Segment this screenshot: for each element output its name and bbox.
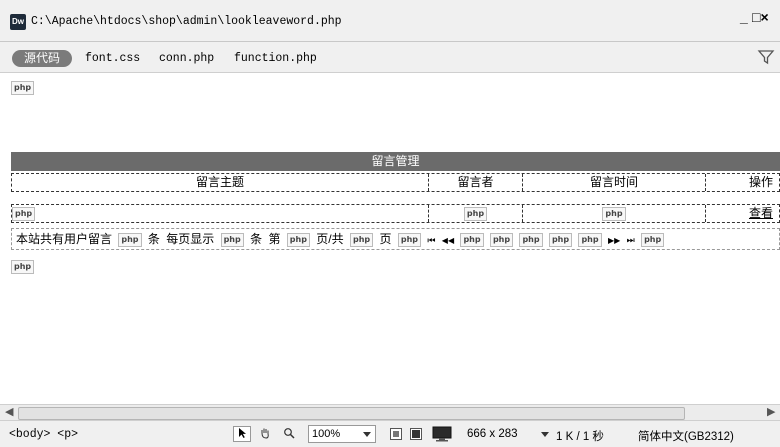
document-path: C:\Apache\htdocs\shop\admin\lookleavewor… — [31, 15, 342, 28]
scroll-left-icon[interactable]: ◀ — [5, 405, 13, 418]
page-mid-label: 页/共 — [316, 232, 344, 246]
select-tool-icon[interactable] — [233, 426, 251, 442]
next-page-icon[interactable]: ▶▶ — [608, 236, 620, 245]
standard-view-icon[interactable] — [390, 428, 402, 440]
php-code-marker-icon[interactable]: php — [578, 232, 602, 247]
tag-selector[interactable]: <body> <p> — [9, 428, 78, 441]
hand-tool-icon[interactable] — [256, 426, 274, 442]
window-size: 666 x 283 — [467, 428, 518, 440]
last-page-icon[interactable]: ⏭ — [627, 235, 635, 245]
table-title: 留言管理 — [11, 152, 780, 171]
source-code-button[interactable]: 源代码 — [12, 50, 72, 67]
chevron-down-icon[interactable] — [363, 432, 371, 437]
php-code-marker-icon[interactable]: php — [286, 232, 310, 247]
php-code-marker-icon[interactable]: php — [548, 232, 573, 247]
zoom-select[interactable]: 100% — [308, 425, 376, 443]
dreamweaver-logo-icon: Dw — [10, 14, 26, 30]
php-code-marker-icon[interactable]: php — [118, 232, 142, 247]
related-file-conn-php[interactable]: conn.php — [159, 52, 214, 65]
php-code-marker-icon[interactable]: php — [349, 232, 374, 247]
unit-label: 条 — [250, 232, 263, 246]
unit-label: 条 — [147, 232, 160, 246]
total-label: 本站共有用户留言 — [16, 232, 113, 246]
table-row: php php php 查看 — [11, 204, 780, 223]
design-view[interactable]: php 留言管理 留言主题 留言者 留言时间 操作 php php php 查看… — [0, 73, 780, 404]
scroll-right-icon[interactable]: ▶ — [767, 405, 775, 418]
minimize-button[interactable]: _ — [740, 9, 748, 25]
monitor-icon[interactable] — [432, 426, 452, 442]
encoding: 简体中文(GB2312) — [638, 431, 734, 443]
window-size-dropdown-icon[interactable] — [541, 432, 549, 437]
php-code-marker-icon[interactable]: php — [460, 232, 484, 247]
filter-icon[interactable] — [757, 48, 775, 66]
column-header: 留言者 — [428, 174, 522, 191]
close-button[interactable]: □× — [752, 9, 769, 25]
php-code-marker-icon[interactable]: php — [11, 259, 35, 274]
page-prefix-label: 第 — [268, 232, 281, 246]
prev-page-icon[interactable]: ◀◀ — [442, 236, 454, 245]
php-code-marker-icon[interactable]: php — [602, 206, 626, 221]
php-code-marker-icon[interactable]: php — [11, 80, 35, 95]
php-code-marker-icon[interactable]: php — [641, 232, 665, 247]
scrollbar-thumb[interactable] — [18, 407, 685, 420]
php-code-marker-icon[interactable]: php — [397, 232, 421, 247]
related-file-function-php[interactable]: function.php — [234, 52, 317, 65]
php-code-marker-icon[interactable]: php — [12, 206, 36, 221]
horizontal-scrollbar[interactable]: ◀ ▶ — [0, 404, 780, 420]
zoom-tool-icon[interactable] — [280, 426, 298, 442]
status-bar: <body> <p> 100% 666 x 283 1 K / 1 秒 简体中文… — [0, 420, 780, 447]
page-suffix-label: 页 — [379, 232, 392, 246]
download-time: 1 K / 1 秒 — [556, 431, 604, 443]
column-header: 留言时间 — [522, 174, 705, 191]
column-header: 操作 — [705, 174, 779, 191]
php-code-marker-icon[interactable]: php — [519, 232, 543, 247]
php-code-marker-icon[interactable]: php — [220, 232, 244, 247]
table-header-row: 留言主题 留言者 留言时间 操作 — [11, 173, 780, 192]
zoom-value: 100% — [312, 428, 341, 440]
title-bar: Dw C:\Apache\htdocs\shop\admin\lookleave… — [0, 0, 780, 42]
php-code-marker-icon[interactable]: php — [463, 206, 488, 221]
view-link[interactable]: 查看 — [705, 205, 779, 222]
expanded-view-icon[interactable] — [410, 428, 422, 440]
first-page-icon[interactable]: ⏮ — [427, 235, 435, 245]
column-header: 留言主题 — [195, 175, 244, 189]
pagination-row: 本站共有用户留言 php 条 每页显示 php 条 第 php 页/共 php … — [11, 228, 780, 250]
related-files-bar: 源代码 font.css conn.php function.php — [0, 42, 780, 73]
php-code-marker-icon[interactable]: php — [489, 232, 514, 247]
related-file-font-css[interactable]: font.css — [85, 52, 140, 65]
per-page-label: 每页显示 — [166, 232, 215, 246]
